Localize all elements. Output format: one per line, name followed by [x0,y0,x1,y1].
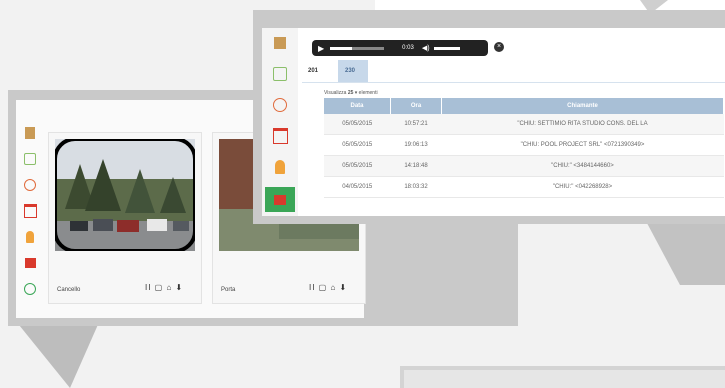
progress-bar[interactable] [330,46,385,50]
camera-feed-1-image [55,139,195,251]
camera-label-1: Cancello [57,287,81,293]
page-size-selector[interactable]: Visualizza 25 ▾ elementi [324,90,378,96]
col-header-ora[interactable]: Ora [390,98,442,114]
cell-date: 05/05/2015 [324,155,391,177]
voicemail-icon[interactable] [265,187,295,212]
call-history-icon[interactable] [271,96,289,113]
contact-icon[interactable] [271,65,289,82]
audio-player[interactable]: ▶ 0:03 ◀) [312,40,488,56]
table-header-row: Data Ora Chiamante [324,98,724,114]
cell-time: 18:03:32 [390,176,442,198]
volume-icon[interactable]: ◀) [422,44,430,52]
book-icon[interactable] [271,34,289,51]
chevron-down-icon[interactable]: ▾ [355,90,358,96]
calls-sidebar [262,28,298,216]
camera-feed-1[interactable] [55,139,195,251]
camera-controls-2[interactable]: II ▢ ⌂ ⬇ [309,283,347,292]
book-icon[interactable] [21,124,39,142]
calendar-icon[interactable] [271,127,289,144]
tab-230-label: 230 [345,68,356,74]
cell-date: 05/05/2015 [324,134,391,156]
table-row[interactable]: 05/05/2015 10:57:21 "CHIU: SETTIMIO RITA… [324,114,724,135]
camera-sidebar [18,120,42,302]
cell-time: 14:18:48 [390,155,442,177]
col-header-chiamante[interactable]: Chiamante [441,98,724,114]
volume-bar[interactable] [433,46,460,50]
voicemail-icon[interactable] [21,254,39,272]
visualizza-suffix: elementi [358,90,378,96]
user-icon[interactable] [21,228,39,246]
call-history-icon[interactable] [21,176,39,194]
tab-201[interactable]: 201 [308,68,318,74]
cell-caller: "CHIU:" <3484144660> [441,155,724,177]
calendar-icon[interactable] [21,202,39,220]
close-player-icon[interactable]: × [494,42,504,52]
camera-tile-1: Cancello II ▢ ⌂ ⬇ [48,132,202,304]
visualizza-count[interactable]: 25 [348,90,354,96]
cell-caller: "CHIU:" <042268928> [441,176,724,198]
contact-icon[interactable] [21,150,39,168]
cell-date: 04/05/2015 [324,176,391,198]
cell-caller: "CHIU: POOL PROJECT SRL" <0721390349> [441,134,724,156]
cell-time: 19:06:13 [390,134,442,156]
user-icon[interactable] [271,158,289,175]
table-row[interactable]: 05/05/2015 19:06:13 "CHIU: POOL PROJECT … [324,134,724,156]
visualizza-prefix: Visualizza [324,90,347,96]
table-row[interactable]: 05/05/2015 14:18:48 "CHIU:" <3484144660> [324,155,724,177]
calls-table: Data Ora Chiamante 05/05/2015 10:57:21 "… [324,98,724,198]
table-row[interactable]: 04/05/2015 18:03:32 "CHIU:" <042268928> [324,176,724,198]
cell-date: 05/05/2015 [324,114,391,135]
cell-caller: "CHIU: SETTIMIO RITA STUDIO CONS. DEL LA [441,114,724,135]
cell-time: 10:57:21 [390,114,442,135]
camera-controls-1[interactable]: II ▢ ⌂ ⬇ [145,283,183,292]
play-icon[interactable]: ▶ [318,44,324,53]
calls-card: ▶ 0:03 ◀) × 201 230 Visualizza 25 ▾ elem… [262,28,725,216]
phone-icon[interactable] [21,280,39,298]
col-header-data[interactable]: Data [324,98,391,114]
player-time: 0:03 [402,45,414,51]
camera-label-2: Porta [221,287,236,293]
